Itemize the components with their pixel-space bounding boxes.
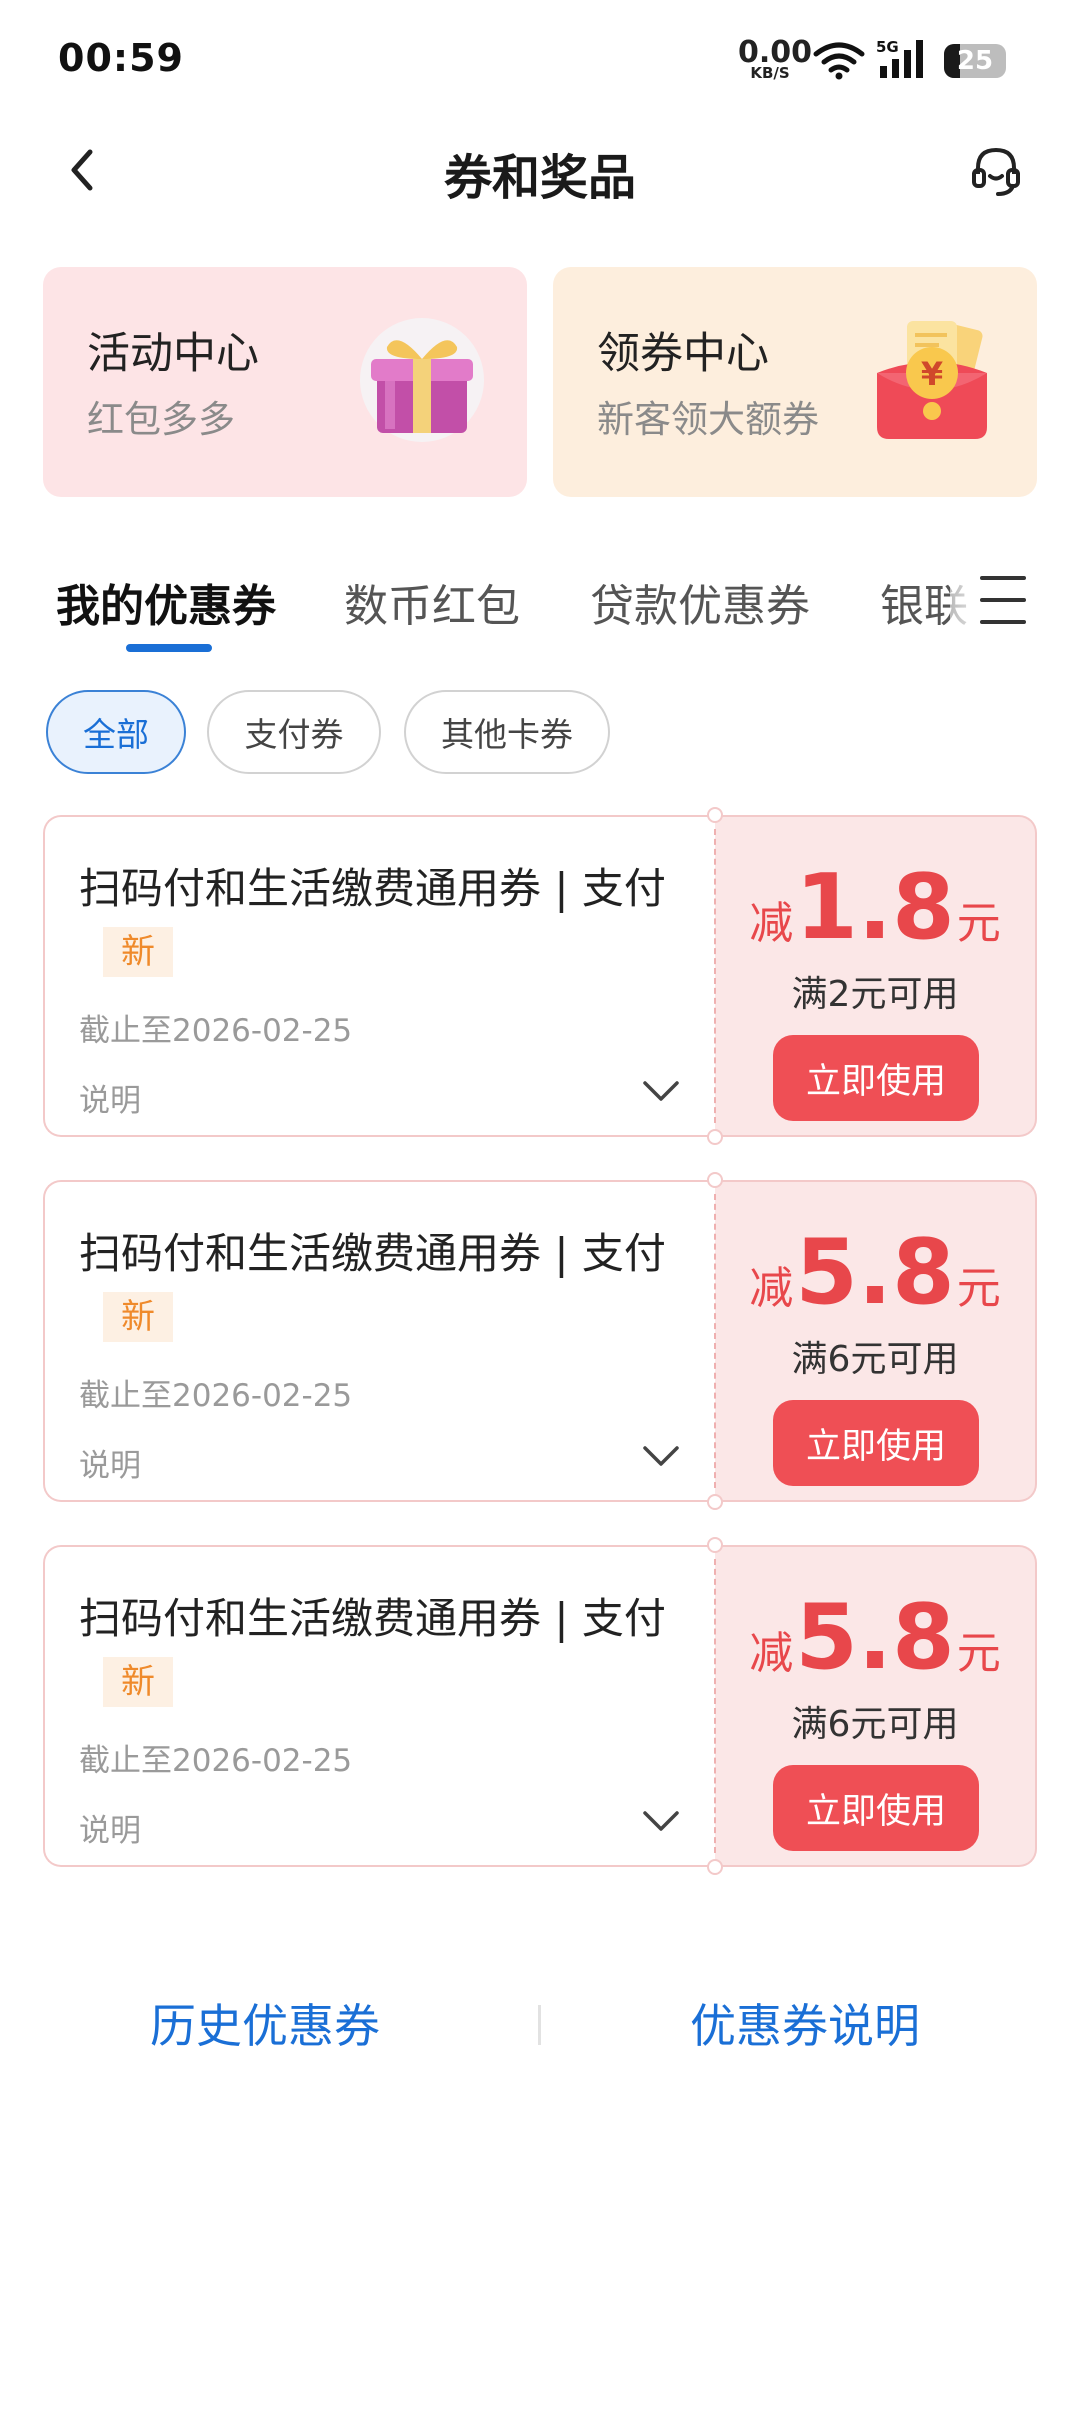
filter-chip-other-cards[interactable]: 其他卡券	[404, 690, 610, 774]
new-badge: 新	[103, 926, 173, 977]
currency-unit: 元	[956, 1263, 1001, 1314]
coupon-condition: 满6元可用	[791, 1704, 959, 1745]
coupon-notch	[707, 807, 723, 823]
coupon-amount: 减1.8元	[715, 855, 1035, 960]
tab-loan-coupons[interactable]: 贷款优惠券	[590, 570, 810, 634]
coupon-title-text: 扫码付和生活缴费通用券 | 支付	[79, 1594, 666, 1643]
discount-amount: 5.8	[795, 1220, 955, 1325]
top-nav-bar: 券和奖品	[0, 120, 1080, 220]
network-type-label: 5G	[876, 38, 899, 56]
coupon-amount: 减5.8元	[715, 1220, 1035, 1325]
new-badge: 新	[103, 1291, 173, 1342]
use-now-button[interactable]: 立即使用	[773, 1765, 979, 1851]
coupon-expiry: 截止至2026-02-25	[79, 1378, 353, 1414]
coupon-value-panel: 减1.8元 满2元可用 立即使用	[715, 815, 1037, 1137]
coupon-notch	[707, 1859, 723, 1875]
battery-level: 25	[956, 46, 994, 76]
svg-text:¥: ¥	[921, 355, 943, 393]
chevron-down-icon[interactable]	[641, 1809, 681, 1833]
promo-card-subtitle: 新客领大额券	[597, 398, 819, 441]
coupon-condition: 满2元可用	[791, 974, 959, 1015]
discount-prefix: 减	[749, 898, 794, 949]
use-now-button[interactable]: 立即使用	[773, 1400, 979, 1486]
discount-prefix: 减	[749, 1628, 794, 1679]
currency-unit: 元	[956, 1628, 1001, 1679]
coupon-notch	[707, 1537, 723, 1553]
gift-box-icon	[360, 318, 484, 442]
coupon-description-toggle[interactable]: 说明	[79, 1805, 141, 1850]
coupon-description-toggle[interactable]: 说明	[79, 1075, 141, 1120]
coupon-amount: 减5.8元	[715, 1585, 1035, 1690]
history-coupons-link[interactable]: 历史优惠券	[150, 1990, 380, 2056]
coupon-title: 扫码付和生活缴费通用券 | 支付新	[79, 1224, 679, 1344]
coupon-card: 扫码付和生活缴费通用券 | 支付新 截止至2026-02-25 说明 减5.8元…	[43, 1172, 1037, 1510]
coupon-expiry: 截止至2026-02-25	[79, 1743, 353, 1779]
coupon-condition: 满6元可用	[791, 1339, 959, 1380]
coupon-title-text: 扫码付和生活缴费通用券 | 支付	[79, 1229, 666, 1278]
tab-digital-red-packets[interactable]: 数币红包	[344, 570, 520, 634]
coupon-expiry: 截止至2026-02-25	[79, 1013, 353, 1049]
coupon-category-tabs: 我的优惠券 数币红包 贷款优惠券 银联	[0, 540, 1080, 660]
customer-service-icon[interactable]	[966, 140, 1026, 200]
new-badge: 新	[103, 1656, 173, 1707]
coupon-info: 扫码付和生活缴费通用券 | 支付新 截止至2026-02-25 说明	[43, 815, 715, 1137]
coupon-notch	[707, 1172, 723, 1188]
coupon-perforation	[714, 1559, 716, 1853]
chevron-down-icon[interactable]	[641, 1444, 681, 1468]
filter-chip-all[interactable]: 全部	[46, 690, 186, 774]
coupon-info: 扫码付和生活缴费通用券 | 支付新 截止至2026-02-25 说明	[43, 1180, 715, 1502]
coupon-card: 扫码付和生活缴费通用券 | 支付新 截止至2026-02-25 说明 减5.8元…	[43, 1537, 1037, 1875]
coupon-value-panel: 减5.8元 满6元可用 立即使用	[715, 1545, 1037, 1867]
coupon-title-text: 扫码付和生活缴费通用券 | 支付	[79, 864, 666, 913]
red-envelope-yuan-icon: ¥	[877, 321, 987, 439]
coupon-card: 扫码付和生活缴费通用券 | 支付新 截止至2026-02-25 说明 减1.8元…	[43, 807, 1037, 1145]
filter-chip-payment[interactable]: 支付券	[207, 690, 381, 774]
coupon-title: 扫码付和生活缴费通用券 | 支付新	[79, 859, 679, 979]
promo-card-subtitle: 红包多多	[87, 398, 235, 441]
active-tab-indicator	[126, 644, 212, 652]
menu-icon	[980, 598, 1026, 602]
menu-icon	[980, 620, 1026, 624]
coupon-title: 扫码付和生活缴费通用券 | 支付新	[79, 1589, 679, 1709]
coupon-info: 扫码付和生活缴费通用券 | 支付新 截止至2026-02-25 说明	[43, 1545, 715, 1867]
battery-icon: 25	[944, 44, 1006, 78]
discount-prefix: 减	[749, 1263, 794, 1314]
tab-menu-button[interactable]	[950, 540, 1080, 660]
promo-card-title: 活动中心	[87, 329, 259, 379]
page-title: 券和奖品	[443, 150, 636, 206]
footer-divider	[538, 2005, 541, 2045]
status-bar: 00:59 0.00 KB/S 5G 25	[0, 0, 1080, 120]
coupon-perforation	[714, 1194, 716, 1488]
cellular-signal-icon: 5G	[876, 38, 936, 84]
coupon-notch	[707, 1129, 723, 1145]
use-now-button[interactable]: 立即使用	[773, 1035, 979, 1121]
network-speed: 0.00 KB/S	[738, 38, 812, 81]
coupon-notch	[707, 1494, 723, 1510]
menu-icon	[980, 576, 1026, 580]
wifi-icon	[813, 42, 865, 80]
coupon-explanation-link[interactable]: 优惠券说明	[690, 1990, 920, 2056]
discount-amount: 5.8	[795, 1585, 955, 1690]
promo-card-coupon-center[interactable]: 领券中心 新客领大额券 ¥	[553, 267, 1037, 497]
discount-amount: 1.8	[795, 855, 955, 960]
status-time: 00:59	[58, 36, 184, 80]
coupon-perforation	[714, 829, 716, 1123]
tab-my-coupons[interactable]: 我的优惠券	[56, 570, 276, 634]
chevron-down-icon[interactable]	[641, 1079, 681, 1103]
coupon-description-toggle[interactable]: 说明	[79, 1440, 141, 1485]
coupon-value-panel: 减5.8元 满6元可用 立即使用	[715, 1180, 1037, 1502]
currency-unit: 元	[956, 898, 1001, 949]
promo-card-activity-center[interactable]: 活动中心 红包多多	[43, 267, 527, 497]
promo-card-title: 领券中心	[597, 329, 769, 379]
